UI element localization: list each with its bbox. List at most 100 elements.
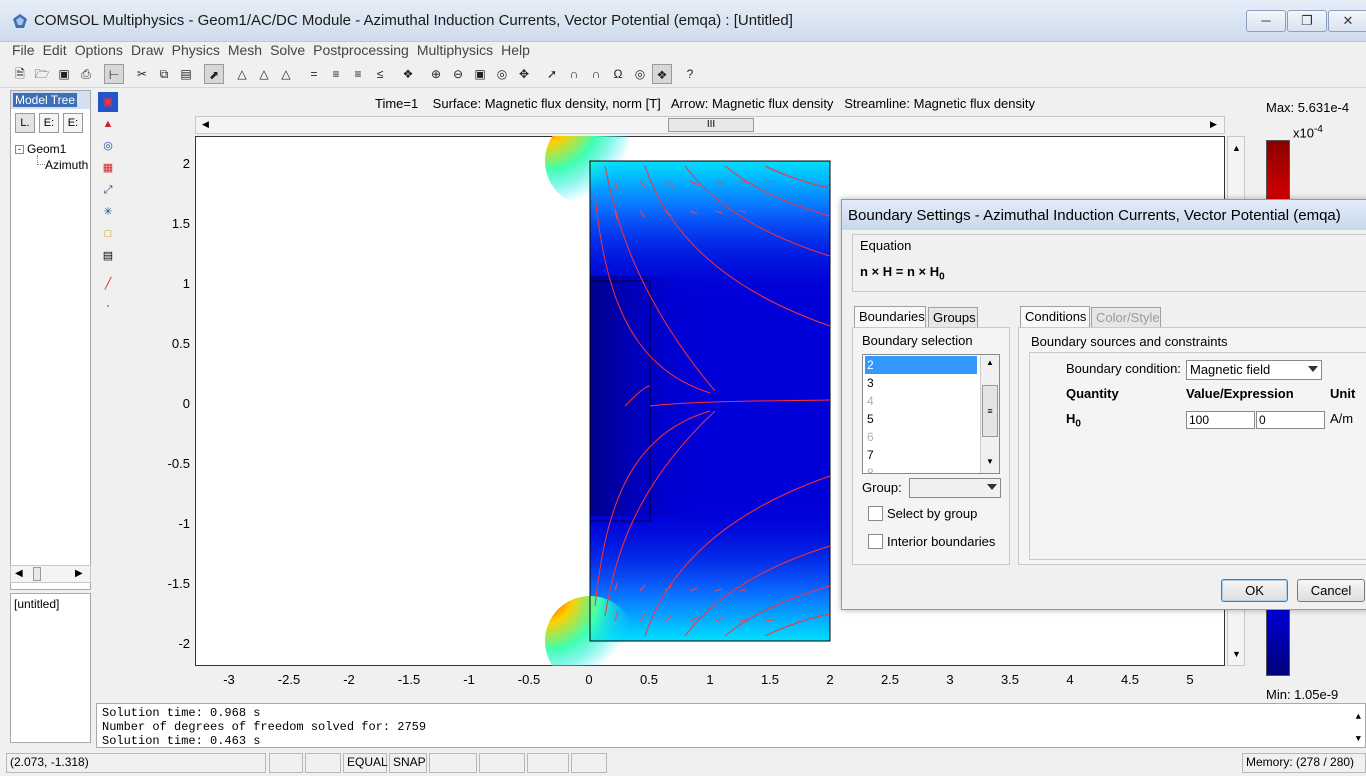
list-scrollbar[interactable]: ▲ ≡ ▼ — [980, 355, 999, 473]
status-slot[interactable] — [527, 753, 569, 773]
list-item[interactable]: 5 — [865, 410, 977, 428]
select-arrow-icon[interactable]: ⬈ — [204, 64, 224, 84]
list-item[interactable]: 7 — [865, 446, 977, 464]
contour-plot-icon[interactable]: ▲ — [98, 114, 118, 134]
move-icon[interactable]: ✥ — [514, 64, 534, 84]
list-item[interactable]: 8 — [865, 464, 977, 473]
menu-physics[interactable]: Physics — [168, 40, 224, 60]
scroll-up-icon[interactable]: ▲ — [1232, 143, 1241, 153]
refine-mesh-icon[interactable]: △ — [254, 64, 274, 84]
tree-node-geom1[interactable]: Geom1 — [27, 142, 66, 156]
plot-icon[interactable]: ❖ — [398, 64, 418, 84]
list-item[interactable]: 3 — [865, 374, 977, 392]
deformed-plot-icon[interactable]: □ — [98, 224, 118, 244]
zoom-extents-icon[interactable]: ◎ — [492, 64, 512, 84]
solver-manager-icon[interactable]: ≤ — [370, 64, 390, 84]
scroll-right-icon[interactable]: ▶ — [75, 568, 83, 579]
group-select[interactable] — [909, 478, 1001, 498]
help-icon[interactable]: ? — [680, 64, 700, 84]
zoom-out-icon[interactable]: ⊖ — [448, 64, 468, 84]
tree-view-button-3[interactable]: E: — [63, 113, 83, 133]
model-tree-icon[interactable]: ⊢ — [104, 64, 124, 84]
tree-view-button-2[interactable]: E: — [39, 113, 59, 133]
tab-groups[interactable]: Groups — [928, 307, 978, 329]
minimize-button[interactable]: ─ — [1246, 10, 1286, 32]
surface-plot-icon[interactable]: ▣ — [98, 92, 118, 112]
boundary-condition-select[interactable]: Magnetic field — [1186, 360, 1322, 380]
menu-file[interactable]: File — [0, 40, 39, 60]
open-folder-icon[interactable]: 🗁 — [32, 64, 52, 84]
select-by-group-checkbox[interactable] — [868, 506, 883, 521]
cancel-button[interactable]: Cancel — [1297, 579, 1365, 602]
zoom-window-icon[interactable]: ▣ — [470, 64, 490, 84]
status-slot[interactable] — [571, 753, 607, 773]
zoom-in-icon[interactable]: ⊕ — [426, 64, 446, 84]
line-tool-icon[interactable]: ╱ — [98, 274, 118, 294]
h0-value-z-input[interactable] — [1256, 411, 1325, 429]
h0-value-r-input[interactable] — [1186, 411, 1255, 429]
cut-icon[interactable]: ✂ — [132, 64, 152, 84]
tree-node-azimuth[interactable]: Azimuth — [45, 158, 90, 172]
circle-icon[interactable]: ◎ — [630, 64, 650, 84]
tab-color-style[interactable]: Color/Style — [1091, 307, 1161, 329]
scroll-thumb[interactable]: ≡ — [982, 385, 998, 437]
menu-postprocessing[interactable]: Postprocessing — [309, 40, 413, 60]
scroll-up-icon[interactable]: ▲ — [1356, 710, 1361, 724]
save-icon[interactable]: ▣ — [54, 64, 74, 84]
close-button[interactable]: ✕ — [1328, 10, 1366, 32]
animate-icon[interactable]: ▤ — [98, 246, 118, 266]
print-icon[interactable]: ⎙ — [76, 64, 96, 84]
list-item[interactable]: 2 — [865, 356, 977, 374]
boundary-plot-icon[interactable]: ◎ — [98, 136, 118, 156]
omega-icon[interactable]: Ω — [608, 64, 628, 84]
menu-multiphysics[interactable]: Multiphysics — [413, 40, 497, 60]
streamline-plot-icon[interactable]: ⤢ — [98, 180, 118, 200]
arrow-plot-icon[interactable]: ▦ — [98, 158, 118, 178]
paste-icon[interactable]: ▤ — [176, 64, 196, 84]
plot-horizontal-scrollbar[interactable]: ◀ III ▶ — [195, 116, 1225, 134]
scroll-left-icon[interactable]: ◀ — [202, 119, 209, 130]
menu-mesh[interactable]: Mesh — [224, 40, 266, 60]
phase-icon[interactable]: ∩ — [586, 64, 606, 84]
menu-draw[interactable]: Draw — [127, 40, 168, 60]
solve-icon[interactable]: = — [304, 64, 324, 84]
menu-solve[interactable]: Solve — [266, 40, 309, 60]
scroll-down-icon[interactable]: ▼ — [986, 457, 994, 466]
tree-horizontal-scrollbar[interactable]: ◀ ▶ — [10, 565, 91, 583]
postprocess-icon[interactable]: ❖ — [652, 64, 672, 84]
list-item[interactable]: 6 — [865, 428, 977, 446]
solve-param-icon[interactable]: ≡ — [348, 64, 368, 84]
scroll-down-icon[interactable]: ▼ — [1356, 732, 1361, 746]
probe-icon[interactable]: ➚ — [542, 64, 562, 84]
harmonic-icon[interactable]: ∩ — [564, 64, 584, 84]
snap-toggle[interactable]: SNAP — [389, 753, 427, 773]
maximize-button[interactable]: ❐ — [1287, 10, 1327, 32]
status-slot[interactable] — [479, 753, 525, 773]
scroll-thumb[interactable] — [33, 567, 41, 581]
scroll-left-icon[interactable]: ◀ — [15, 568, 23, 579]
menu-options[interactable]: Options — [71, 40, 127, 60]
scroll-right-icon[interactable]: ▶ — [1210, 119, 1217, 130]
menu-help[interactable]: Help — [497, 40, 534, 60]
point-tool-icon[interactable]: · — [98, 296, 118, 316]
scroll-thumb[interactable]: III — [668, 118, 754, 132]
equal-toggle[interactable]: EQUAL — [343, 753, 388, 773]
particle-plot-icon[interactable]: ✳ — [98, 202, 118, 222]
ok-button[interactable]: OK — [1221, 579, 1288, 602]
collapse-icon[interactable]: - — [15, 145, 24, 154]
mesh-icon[interactable]: △ — [276, 64, 296, 84]
scroll-down-icon[interactable]: ▼ — [1232, 649, 1241, 659]
tab-conditions[interactable]: Conditions — [1020, 306, 1090, 328]
scroll-up-icon[interactable]: ▲ — [986, 358, 994, 367]
status-slot[interactable] — [305, 753, 341, 773]
status-slot[interactable] — [429, 753, 477, 773]
status-slot[interactable] — [269, 753, 303, 773]
triangle-mesh-icon[interactable]: △ — [232, 64, 252, 84]
list-item[interactable]: 4 — [865, 392, 977, 410]
tree-view-button-1[interactable]: L. — [15, 113, 35, 133]
boundary-list[interactable]: 2 3 4 5 6 7 8 ▲ ≡ ▼ — [862, 354, 1000, 474]
new-file-icon[interactable]: 🗎 — [10, 64, 30, 84]
tab-boundaries[interactable]: Boundaries — [854, 306, 926, 328]
restart-icon[interactable]: ≡ — [326, 64, 346, 84]
interior-boundaries-checkbox[interactable] — [868, 534, 883, 549]
